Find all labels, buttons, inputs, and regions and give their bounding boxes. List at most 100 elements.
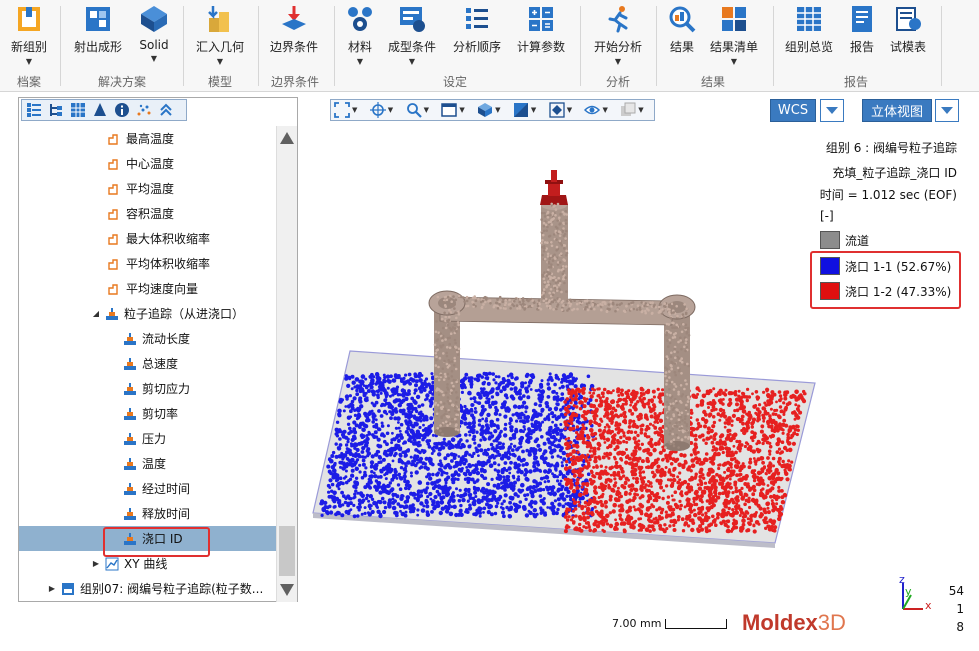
collapse-button[interactable] <box>156 101 175 119</box>
trial-form-button[interactable]: 试模表 <box>886 0 930 74</box>
material-button[interactable]: 材料 ▼ <box>342 0 378 74</box>
new-group-button[interactable]: 新组别 ▼ <box>8 0 50 74</box>
particle-dot <box>402 495 405 498</box>
tree-view-button[interactable] <box>24 101 43 119</box>
particle-dot <box>504 423 507 426</box>
particle-dot <box>475 447 478 450</box>
particle-dot <box>469 392 472 395</box>
particle-dot <box>540 218 543 221</box>
info-button[interactable] <box>112 101 131 119</box>
particle-dot <box>474 512 478 516</box>
particle-dot <box>461 391 464 394</box>
particle-dot <box>570 485 573 488</box>
tree-item[interactable]: 平均速度向量 <box>19 276 276 301</box>
tree-item[interactable]: 释放时间 <box>19 501 276 526</box>
particle-dot <box>619 436 622 439</box>
tree-item[interactable]: ▶ 组别07: 阀编号粒子追踪(粒子数... <box>19 576 276 601</box>
group-overview-button[interactable]: 组别总览 <box>782 0 836 74</box>
boundary-condition-button[interactable]: 边界条件 <box>266 0 322 74</box>
view-cube-button[interactable]: ▼ <box>477 101 511 119</box>
tree-item[interactable]: 总速度 <box>19 351 276 376</box>
particle-dot <box>539 506 542 509</box>
model-button[interactable] <box>90 101 109 119</box>
tree-item[interactable]: 最高温度 <box>19 126 276 151</box>
tree-item[interactable]: 最大体积收缩率 <box>19 226 276 251</box>
particle-dot <box>370 470 373 473</box>
expand-right-icon[interactable]: ▶ <box>47 584 57 593</box>
particle-dot <box>779 394 782 397</box>
import-geometry-button[interactable]: 汇入几何 ▼ <box>193 0 247 74</box>
dropdown-arrow-icon: ▼ <box>357 58 363 66</box>
particle-dot <box>781 423 785 427</box>
particle-dot <box>617 423 621 427</box>
expand-down-icon[interactable]: ◢ <box>91 309 101 318</box>
transparency-button[interactable]: ▼ <box>620 101 654 119</box>
expand-right-icon[interactable]: ▶ <box>91 559 101 568</box>
particle-dot <box>653 304 656 307</box>
view-mode-button[interactable]: 立体视图 <box>862 99 932 122</box>
hierarchy-button[interactable] <box>46 101 65 119</box>
tree-item[interactable]: 经过时间 <box>19 476 276 501</box>
tree-item[interactable]: 平均体积收缩率 <box>19 251 276 276</box>
3d-viewport[interactable] <box>300 125 820 595</box>
tree-item[interactable]: ◢ 粒子追踪（从进浇口） <box>19 301 276 326</box>
tree-item[interactable]: 中心温度 <box>19 151 276 176</box>
window-button[interactable]: ▼ <box>441 101 475 119</box>
particle-dot <box>481 418 484 421</box>
tree-item[interactable]: 压力 <box>19 426 276 451</box>
result-list-button[interactable]: 结果清单 ▼ <box>706 0 762 74</box>
solid-button[interactable]: Solid ▼ <box>136 0 172 74</box>
particle-dot <box>608 479 612 483</box>
visibility-button[interactable]: ▼ <box>584 101 618 119</box>
particle-dot <box>713 518 717 522</box>
wcs-button[interactable]: WCS <box>770 99 816 122</box>
zoom-button[interactable]: ▼ <box>406 101 440 119</box>
particle-dot <box>693 503 696 506</box>
particle-dot <box>573 501 577 505</box>
scroll-up-arrow-icon[interactable] <box>280 132 294 144</box>
particle-dot <box>470 385 473 388</box>
analysis-sequence-button[interactable]: 分析顺序 <box>450 0 504 74</box>
particle-dot <box>375 418 378 421</box>
tree-item[interactable]: 温度 <box>19 451 276 476</box>
scroll-down-arrow-icon[interactable] <box>280 584 294 596</box>
particle-dot <box>437 471 440 474</box>
particle-dot <box>556 219 559 222</box>
rotate-center-button[interactable]: ▼ <box>370 101 404 119</box>
particle-dot <box>734 459 738 463</box>
particle-dot <box>497 463 500 466</box>
fit-view-button[interactable]: ▼ <box>334 101 368 119</box>
scroll-thumb[interactable] <box>279 526 295 576</box>
injection-molding-button[interactable]: 射出成形 <box>70 0 126 74</box>
particle-dot <box>766 390 769 393</box>
particle-dot <box>481 405 485 409</box>
particle-dot <box>502 475 505 478</box>
particle-dot <box>779 477 783 481</box>
particle-dot <box>412 442 416 446</box>
report-button[interactable]: 报告 <box>844 0 880 74</box>
particle-dot <box>373 465 376 468</box>
tree-item[interactable]: 容积温度 <box>19 201 276 226</box>
computation-parameter-button[interactable]: 计算参数 <box>514 0 568 74</box>
wcs-dropdown[interactable] <box>820 99 844 122</box>
eye-icon <box>584 102 600 118</box>
tree-item[interactable]: 平均温度 <box>19 176 276 201</box>
tree-item[interactable]: 流动长度 <box>19 326 276 351</box>
particle-dot <box>649 440 653 444</box>
mesh-button[interactable] <box>68 101 87 119</box>
section-button[interactable]: ▼ <box>549 101 583 119</box>
display-style-button[interactable]: ▼ <box>513 101 547 119</box>
start-analysis-button[interactable]: 开始分析 ▼ <box>590 0 646 74</box>
particle-dot <box>544 215 547 218</box>
particle-dot <box>615 465 619 469</box>
molding-condition-button[interactable]: 成型条件 ▼ <box>386 0 438 74</box>
tree-item[interactable]: 剪切应力 <box>19 376 276 401</box>
result-button[interactable]: 结果 <box>664 0 700 74</box>
particle-button[interactable] <box>134 101 153 119</box>
particle-dot <box>640 524 644 528</box>
particle-dot <box>564 276 567 279</box>
view-mode-dropdown[interactable] <box>935 99 959 122</box>
tree-scrollbar[interactable] <box>276 126 297 602</box>
tree-item[interactable]: 剪切率 <box>19 401 276 426</box>
particle-dot <box>380 414 384 418</box>
